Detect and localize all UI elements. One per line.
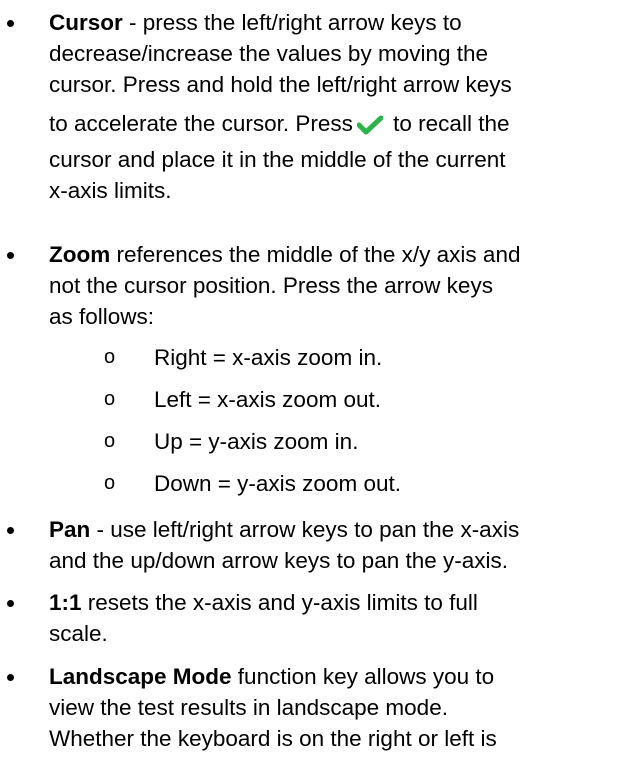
- list-item-text: 1:1 resets the x-axis and y-axis limits …: [49, 587, 621, 649]
- sub-item-text: Down = y-axis zoom out.: [154, 471, 401, 496]
- sub-item-text: Left = x-axis zoom out.: [154, 387, 381, 412]
- text-line: Whether the keyboard is on the right or …: [49, 726, 497, 751]
- list-item-text: Pan - use left/right arrow keys to pan t…: [49, 514, 621, 576]
- text-line: Pan - use left/right arrow keys to pan t…: [49, 517, 520, 542]
- list-item-text: Zoom references the middle of the x/y ax…: [49, 239, 621, 332]
- bullet-icon: [7, 600, 14, 607]
- text-line: to accelerate the cursor. Press to recal…: [49, 103, 621, 144]
- bullet-icon: [7, 674, 14, 681]
- text-line: view the test results in landscape mode.: [49, 695, 448, 720]
- bullet-icon: [7, 527, 14, 534]
- text-line: x-axis limits.: [49, 178, 172, 203]
- text-line: not the cursor position. Press the arrow…: [49, 273, 493, 298]
- sub-item-text: Up = y-axis zoom in.: [154, 429, 359, 454]
- term-zoom: Zoom: [49, 242, 111, 267]
- term-one-to-one: 1:1: [49, 590, 82, 615]
- checkmark-icon: [356, 107, 384, 148]
- term-pan: Pan: [49, 517, 91, 542]
- text-line: 1:1 resets the x-axis and y-axis limits …: [49, 590, 478, 615]
- text-line: Cursor - press the left/right arrow keys…: [49, 10, 462, 35]
- text-line: cursor and place it in the middle of the…: [49, 147, 506, 172]
- sub-item-text: Right = x-axis zoom in.: [154, 345, 383, 370]
- text-line: Landscape Mode function key allows you t…: [49, 664, 495, 689]
- sub-bullet-icon: o: [104, 388, 116, 410]
- text-line: cursor. Press and hold the left/right ar…: [49, 72, 512, 97]
- text-line: Zoom references the middle of the x/y ax…: [49, 242, 521, 267]
- text-line: scale.: [49, 621, 108, 646]
- sub-bullet-icon: o: [104, 472, 116, 494]
- list-item-text: Cursor - press the left/right arrow keys…: [49, 7, 621, 206]
- bullet-icon: [7, 20, 14, 27]
- text-line: as follows:: [49, 304, 155, 329]
- sub-bullet-icon: o: [104, 430, 116, 452]
- text-line: and the up/down arrow keys to pan the y-…: [49, 548, 509, 573]
- text-line: decrease/increase the values by moving t…: [49, 41, 489, 66]
- term-cursor: Cursor: [49, 10, 123, 35]
- bullet-icon: [7, 252, 14, 259]
- term-landscape-mode: Landscape Mode: [49, 664, 232, 689]
- sub-bullet-icon: o: [104, 346, 116, 368]
- list-item-text: Landscape Mode function key allows you t…: [49, 661, 621, 754]
